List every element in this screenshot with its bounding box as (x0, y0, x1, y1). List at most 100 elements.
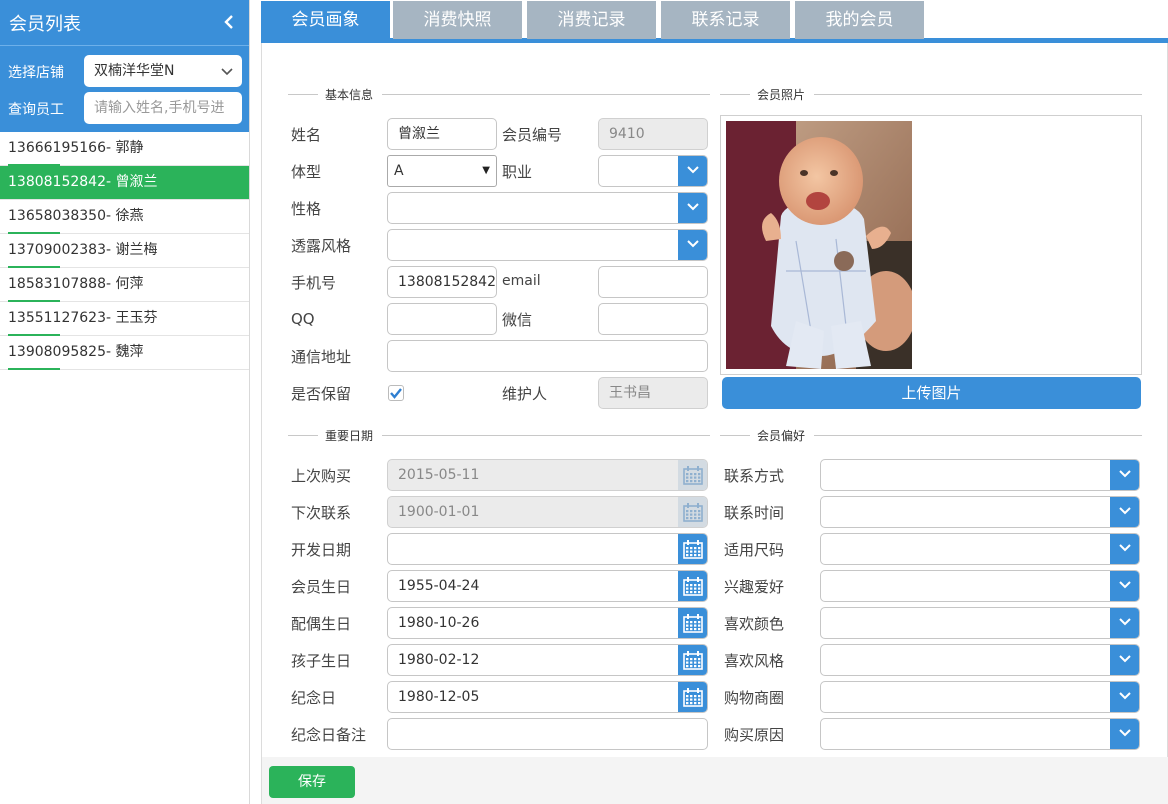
date-field[interactable]: 1980-10-26 (387, 607, 708, 639)
preference-select[interactable] (820, 496, 1140, 528)
caret-down-icon: ▼ (482, 165, 490, 176)
date-label: 下次联系 (291, 504, 352, 522)
calendar-icon (678, 460, 707, 490)
date-field[interactable]: 1955-04-24 (387, 570, 708, 602)
date-label: 上次购买 (291, 467, 352, 485)
style-label: 透露风格 (291, 237, 352, 255)
qq-field[interactable] (387, 303, 497, 335)
chevron-down-icon[interactable] (1110, 534, 1139, 564)
calendar-icon[interactable] (678, 608, 707, 638)
date-field[interactable] (387, 533, 708, 565)
collapse-button[interactable] (221, 11, 237, 33)
chevron-down-icon[interactable] (1110, 719, 1139, 749)
member-list-item[interactable]: 13709002383- 谢兰梅 (0, 234, 249, 268)
preference-label: 兴趣爱好 (724, 578, 785, 596)
member-sidebar: 会员列表 选择店铺 双楠洋华堂N 查询员工 13666195166- 郭静 138… (0, 0, 250, 804)
basic-info-title: 基本信息 (325, 88, 374, 102)
member-list-item[interactable]: 13658038350- 徐燕 (0, 200, 249, 234)
calendar-icon[interactable] (678, 645, 707, 675)
wechat-label: 微信 (502, 311, 533, 329)
member-list-item-label: 13666195166- 郭静 (8, 140, 144, 156)
upload-photo-button[interactable]: 上传图片 (722, 377, 1141, 409)
preference-select[interactable] (820, 718, 1140, 750)
preference-select[interactable] (820, 607, 1140, 639)
occupation-select[interactable] (598, 155, 708, 187)
sidebar-header: 会员列表 选择店铺 双楠洋华堂N 查询员工 (0, 0, 249, 132)
preference-label: 联系时间 (724, 504, 785, 522)
chevron-down-icon[interactable] (1110, 682, 1139, 712)
save-button[interactable]: 保存 (269, 766, 355, 798)
tab-member-portrait[interactable]: 会员画象 (261, 1, 390, 39)
maintainer-label: 维护人 (502, 385, 548, 403)
body-type-value: A (394, 163, 404, 179)
member-list-item[interactable]: 13808152842- 曾溆兰 (0, 166, 249, 200)
preference-label: 联系方式 (724, 467, 785, 485)
chevron-down-icon[interactable] (678, 156, 707, 186)
chevron-down-icon[interactable] (678, 193, 707, 223)
preference-label: 喜欢颜色 (724, 615, 785, 633)
member-list-item[interactable]: 13666195166- 郭静 (0, 132, 249, 166)
store-select[interactable]: 双楠洋华堂N (84, 55, 242, 87)
personality-select[interactable] (387, 192, 708, 224)
store-select-value: 双楠洋华堂N (94, 63, 175, 79)
member-list-item[interactable]: 13551127623- 王玉芬 (0, 302, 249, 336)
member-list: 13666195166- 郭静 13808152842- 曾溆兰 136580383… (0, 132, 249, 370)
reserve-checkbox[interactable] (388, 385, 404, 401)
name-field[interactable]: 曾溆兰 (387, 118, 497, 150)
dates-title: 重要日期 (325, 429, 374, 443)
chevron-down-icon[interactable] (678, 230, 707, 260)
photo-header: 会员照片 (720, 84, 1142, 104)
member-photo (726, 121, 912, 369)
member-list-item-label: 13551127623- 王玉芬 (8, 310, 158, 326)
preference-select[interactable] (820, 681, 1140, 713)
tab-consumption-records[interactable]: 消费记录 (527, 1, 656, 39)
date-field: 2015-05-11 (387, 459, 708, 491)
chevron-down-icon[interactable] (1110, 571, 1139, 601)
anniversary-note-field[interactable] (387, 718, 708, 750)
date-label: 配偶生日 (291, 615, 352, 633)
date-value: 1980-02-12 (398, 652, 480, 668)
chevron-down-icon[interactable] (1110, 460, 1139, 490)
date-field: 1900-01-01 (387, 496, 708, 528)
date-field[interactable]: 1980-02-12 (387, 644, 708, 676)
address-label: 通信地址 (291, 348, 352, 366)
basic-info-header: 基本信息 (288, 84, 710, 104)
member-list-item[interactable]: 13908095825- 魏萍 (0, 336, 249, 370)
body-type-select[interactable]: A ▼ (387, 155, 497, 187)
date-value: 2015-05-11 (398, 467, 480, 483)
wechat-field[interactable] (598, 303, 708, 335)
preference-select[interactable] (820, 533, 1140, 565)
employee-label: 查询员工 (8, 102, 64, 118)
calendar-icon[interactable] (678, 682, 707, 712)
chevron-down-icon[interactable] (1110, 608, 1139, 638)
tab-bar: 会员画象 消费快照 消费记录 联系记录 我的会员 (261, 0, 1168, 44)
calendar-icon[interactable] (678, 534, 707, 564)
phone-label: 手机号 (291, 274, 337, 292)
maintainer-field: 王书昌 (598, 377, 708, 409)
preferences-header: 会员偏好 (720, 425, 1142, 445)
preference-select[interactable] (820, 570, 1140, 602)
tab-consumption-snapshot[interactable]: 消费快照 (393, 1, 522, 39)
store-label: 选择店铺 (8, 65, 64, 81)
chevron-down-icon[interactable] (1110, 645, 1139, 675)
employee-search-input[interactable] (84, 92, 242, 124)
calendar-icon[interactable] (678, 571, 707, 601)
preferences-title: 会员偏好 (757, 429, 806, 443)
chevron-down-icon[interactable] (1110, 497, 1139, 527)
tab-my-members[interactable]: 我的会员 (795, 1, 924, 39)
address-field[interactable] (387, 340, 708, 372)
anniversary-note-label: 纪念日备注 (291, 726, 367, 744)
member-list-item[interactable]: 18583107888- 何萍 (0, 268, 249, 302)
style-select[interactable] (387, 229, 708, 261)
tab-contact-records[interactable]: 联系记录 (661, 1, 790, 39)
email-field[interactable] (598, 266, 708, 298)
preference-select[interactable] (820, 459, 1140, 491)
phone-field[interactable]: 13808152842 (387, 266, 497, 298)
preference-select[interactable] (820, 644, 1140, 676)
preference-label: 购买原因 (724, 726, 785, 744)
date-field[interactable]: 1980-12-05 (387, 681, 708, 713)
date-value: 1980-10-26 (398, 615, 480, 631)
member-no-label: 会员编号 (502, 126, 563, 144)
member-portrait-panel: 基本信息 会员照片 姓名 曾溆兰 会员编号 9410 体型 A ▼ 职业 性格 … (261, 43, 1168, 804)
member-list-item-label: 13908095825- 魏萍 (8, 344, 144, 360)
